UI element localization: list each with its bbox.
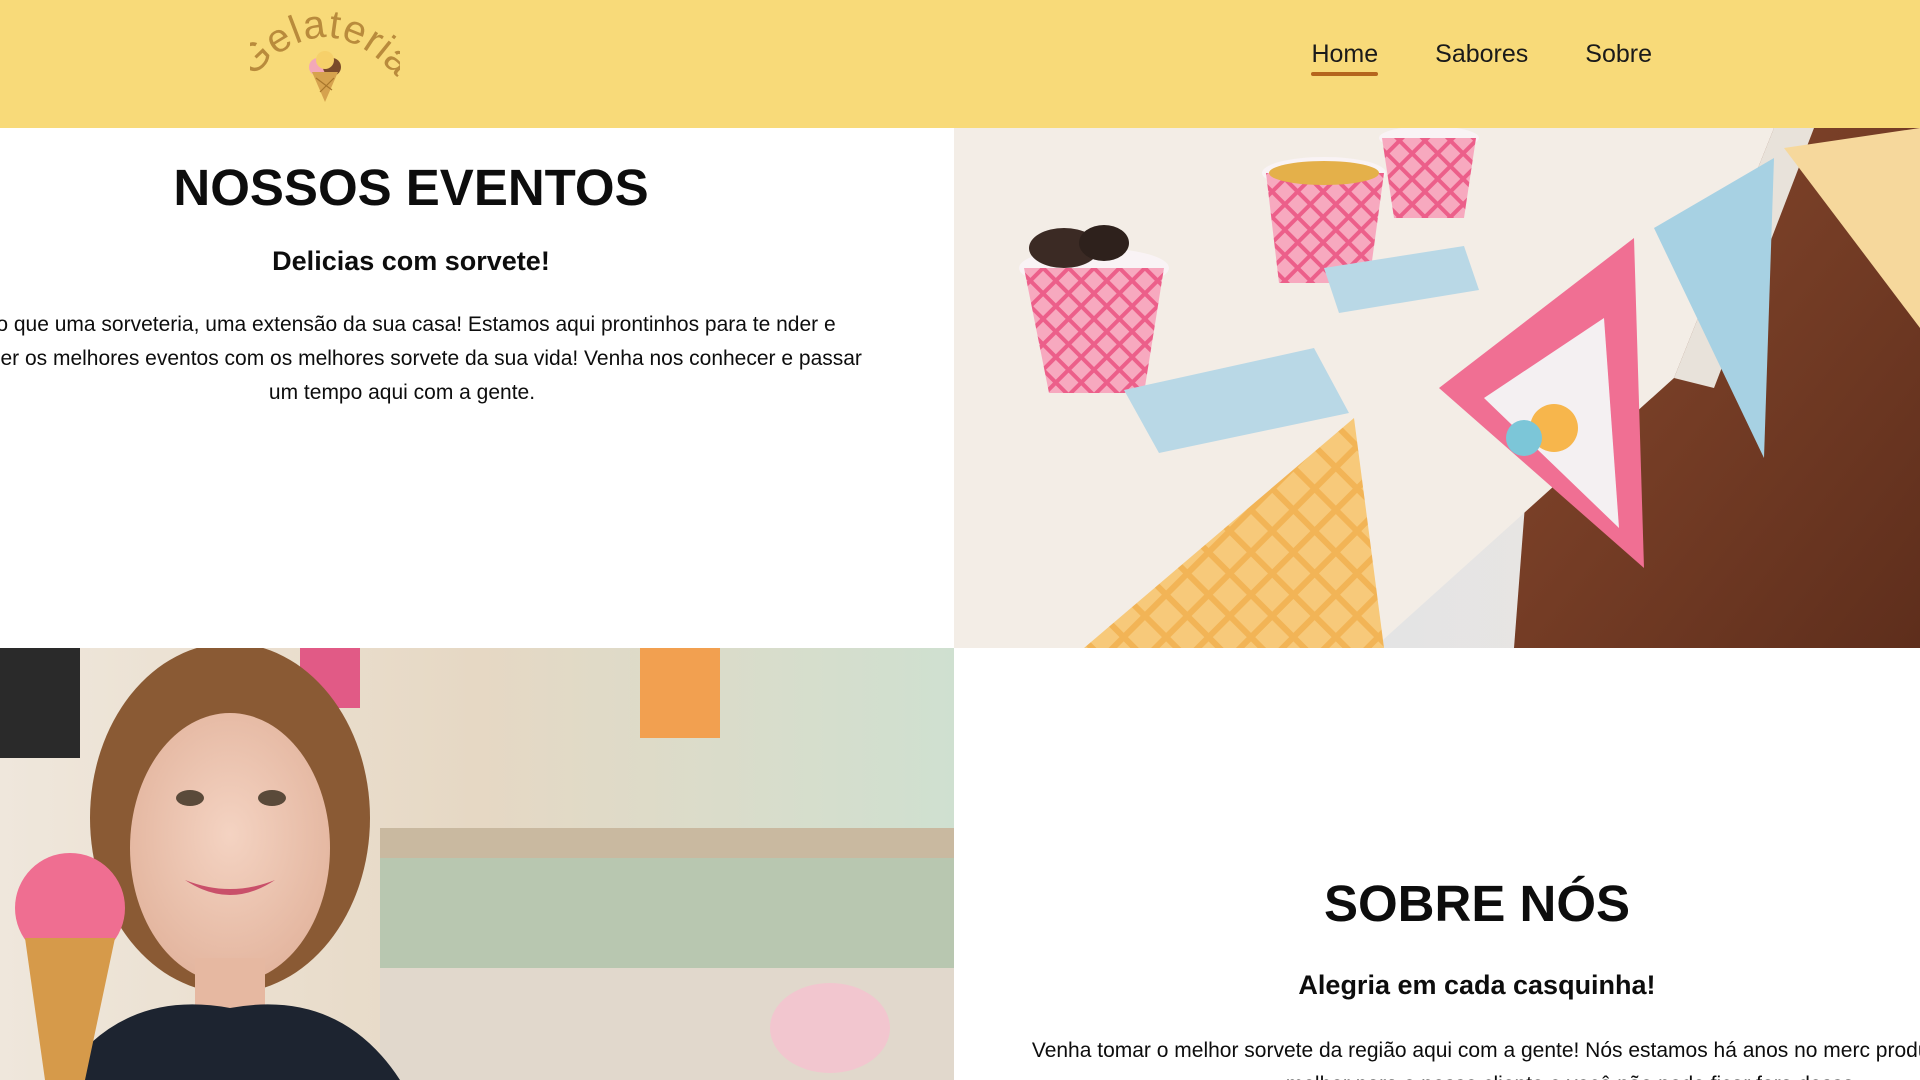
site-header: Gelateria Home Sabores Sobre	[0, 0, 1920, 128]
ice-cream-cone-icon	[309, 51, 341, 102]
main-nav: Home Sabores Sobre	[1311, 38, 1652, 76]
events-section: NOSSOS EVENTOS Delicias com sorvete! s d…	[0, 128, 954, 648]
events-body: s do que uma sorveteria, uma extensão da…	[0, 313, 862, 404]
party-table-photo	[954, 128, 1920, 648]
gelateria-logo[interactable]: Gelateria	[250, 10, 400, 105]
about-title: SOBRE NÓS	[1323, 875, 1631, 932]
nav-sabores-link[interactable]: Sabores	[1435, 38, 1528, 70]
about-subtitle: Alegria em cada casquinha!	[1298, 970, 1656, 1000]
events-title: NOSSOS EVENTOS	[173, 159, 649, 216]
about-section: SOBRE NÓS Alegria em cada casquinha! Ven…	[954, 648, 1920, 1080]
nav-home-link[interactable]: Home	[1311, 38, 1378, 76]
about-body: Venha tomar o melhor sorvete da região a…	[1031, 1039, 1920, 1080]
nav-sobre-link[interactable]: Sobre	[1585, 38, 1652, 70]
server-woman-photo	[0, 648, 954, 1080]
events-subtitle: Delicias com sorvete!	[272, 246, 550, 276]
